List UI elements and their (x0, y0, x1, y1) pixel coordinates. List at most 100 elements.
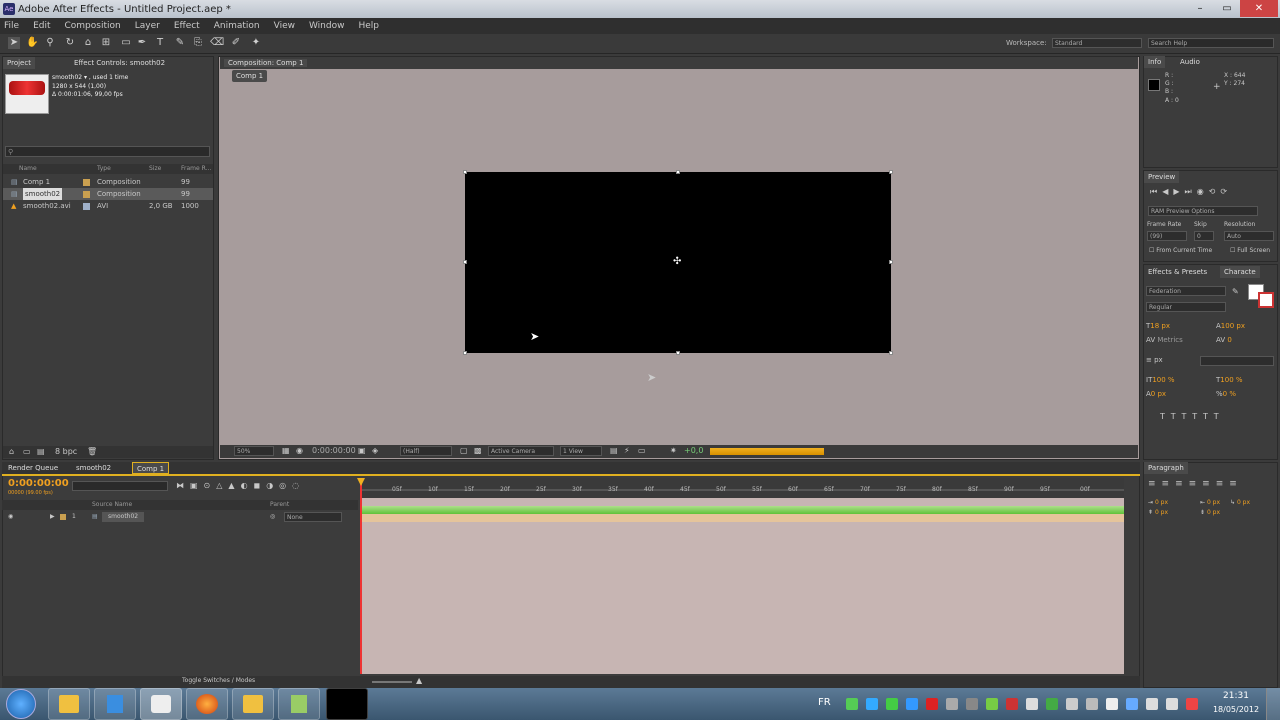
skip-field[interactable]: 0 (1194, 231, 1214, 241)
tray-icon[interactable] (1106, 698, 1118, 710)
ram-preview-options[interactable]: RAM Preview Options (1148, 206, 1258, 216)
timeline-search-input[interactable] (72, 481, 168, 491)
leading-field[interactable]: A100 px (1216, 322, 1245, 330)
text-style-buttons[interactable]: TTTTTT (1160, 412, 1225, 421)
show-channel-icon[interactable]: ◈ (372, 446, 378, 455)
network-icon[interactable] (1146, 698, 1158, 710)
tray-icon[interactable] (846, 698, 858, 710)
comp-subtab[interactable]: Comp 1 (232, 70, 268, 82)
views-dropdown[interactable]: 1 View (560, 446, 602, 456)
exposure-value[interactable]: +0,0 (684, 446, 703, 455)
playback-controls[interactable]: ⏮◀▶⏭◉⟲⟳ (1150, 187, 1232, 197)
zoom-tool-icon[interactable]: ⚲ (44, 37, 56, 49)
project-item-smooth02-avi[interactable]: ▲ smooth02.avi AVI 2,0 GB 1000 (3, 200, 213, 212)
stroke-width-field[interactable]: ≡ px (1146, 356, 1163, 364)
reset-exposure-icon[interactable]: ✷ (670, 446, 677, 455)
project-search-input[interactable]: ⚲ (5, 146, 210, 157)
workspace-dropdown[interactable]: Standard (1052, 38, 1142, 48)
clock-time[interactable]: 21:31 (1216, 691, 1256, 701)
expand-icon[interactable]: ▶ (50, 512, 55, 522)
baseline-shift-field[interactable]: A0 px (1146, 390, 1166, 398)
trash-icon[interactable]: 🗑 (87, 447, 97, 456)
kerning-field[interactable]: AV Metrics (1146, 336, 1183, 344)
visibility-icon[interactable]: ◉ (8, 512, 13, 522)
rotate-tool-icon[interactable]: ↻ (64, 37, 76, 49)
layer-duration-bar[interactable] (360, 514, 1124, 522)
show-desktop-button[interactable] (1266, 688, 1280, 720)
layer-handle[interactable] (889, 170, 893, 174)
taskbar-app[interactable] (140, 688, 182, 720)
vertical-scale-field[interactable]: IT100 % (1146, 376, 1175, 384)
layer-handle[interactable] (676, 170, 680, 174)
tsume-field[interactable]: %0 % (1216, 390, 1236, 398)
tray-icon[interactable] (1046, 698, 1058, 710)
layer-handle[interactable] (463, 170, 467, 174)
search-help-input[interactable]: Search Help (1148, 38, 1274, 48)
text-tool-icon[interactable]: T (154, 37, 166, 49)
project-item-comp1[interactable]: ▤ Comp 1 Composition 99 (3, 176, 213, 188)
project-item-smooth02[interactable]: ▤ smooth02 Composition 99 (3, 188, 213, 200)
space-before-field[interactable]: ⇞ 0 px (1148, 509, 1168, 516)
tab-render-queue[interactable]: Render Queue (4, 462, 62, 474)
language-indicator[interactable]: FR (818, 697, 831, 708)
menu-effect[interactable]: Effect (174, 21, 200, 31)
from-current-checkbox[interactable]: ☐ From Current Time (1149, 247, 1212, 254)
tab-project[interactable]: Project (3, 57, 35, 69)
layer-handle[interactable] (889, 260, 893, 264)
anchor-point-icon[interactable]: ✣ (673, 256, 681, 267)
new-comp-icon[interactable]: ▤ (37, 447, 45, 456)
layer-name[interactable]: smooth02 (102, 512, 145, 522)
tray-icon[interactable] (966, 698, 978, 710)
power-icon[interactable] (1166, 698, 1178, 710)
col-name[interactable]: Name (19, 165, 37, 172)
puppet-tool-icon[interactable]: ✦ (250, 37, 262, 49)
taskbar-explorer[interactable] (48, 688, 90, 720)
full-screen-checkbox[interactable]: ☐ Full Screen (1230, 247, 1270, 254)
timeline-icon[interactable]: ▭ (638, 446, 646, 455)
timeline-toolbar-icons[interactable]: ⧓▣⊙△▲◐◼◑◎◌ (176, 481, 305, 490)
new-folder-icon[interactable]: ▭ (23, 447, 31, 456)
tab-character[interactable]: Characte (1220, 266, 1260, 278)
close-button[interactable]: ✕ (1240, 0, 1278, 17)
taskbar-folder[interactable] (232, 688, 274, 720)
tray-icon[interactable] (926, 698, 938, 710)
rectangle-tool-icon[interactable]: ▭ (120, 37, 132, 49)
taskbar-documents[interactable] (94, 688, 136, 720)
tray-icon[interactable] (1126, 698, 1138, 710)
tab-paragraph[interactable]: Paragraph (1144, 462, 1188, 474)
taskbar-after-effects[interactable] (326, 688, 368, 720)
frame-rate-dropdown[interactable]: (99) (1147, 231, 1187, 241)
tray-icon[interactable] (1026, 698, 1038, 710)
tracking-field[interactable]: AV 0 (1216, 336, 1232, 344)
layer-row[interactable]: ◉ ▶ 1 ▤ smooth02 ◎ None (2, 512, 358, 522)
clone-tool-icon[interactable]: ⎘ (192, 37, 204, 49)
menu-animation[interactable]: Animation (214, 21, 260, 31)
col-parent[interactable]: Parent (270, 501, 289, 508)
tray-icon[interactable] (1006, 698, 1018, 710)
tab-effect-controls[interactable]: Effect Controls: smooth02 (70, 57, 169, 69)
col-size[interactable]: Size (149, 165, 161, 172)
font-size-field[interactable]: T18 px (1146, 322, 1170, 330)
indent-left-field[interactable]: ⇥ 0 px (1148, 499, 1168, 506)
horizontal-scale-field[interactable]: T100 % (1216, 376, 1243, 384)
snapshot-icon[interactable]: ◉ (296, 446, 303, 455)
tray-icon[interactable] (906, 698, 918, 710)
comp-timecode[interactable]: 0:00:00:00 (312, 446, 356, 455)
tab-audio[interactable]: Audio (1176, 56, 1204, 68)
region-icon[interactable]: ▢ (460, 446, 468, 455)
grid-icon[interactable]: ▦ (282, 446, 290, 455)
tab-composition[interactable]: Composition: Comp 1 (224, 59, 308, 67)
transparency-grid-icon[interactable]: ▩ (474, 446, 482, 455)
tab-preview[interactable]: Preview (1144, 171, 1180, 183)
selection-tool-icon[interactable]: ➤ (8, 37, 20, 49)
layer-handle[interactable] (463, 351, 467, 355)
pen-tool-icon[interactable]: ✒ (136, 37, 148, 49)
parent-dropdown[interactable]: None (284, 512, 342, 522)
zoom-dropdown[interactable]: 50% (234, 446, 274, 456)
eyedropper-icon[interactable]: ✎ (1232, 287, 1239, 296)
tab-smooth02[interactable]: smooth02 (72, 462, 115, 474)
camera-tool-icon[interactable]: ⌂ (82, 37, 94, 49)
bpc-label[interactable]: 8 bpc (55, 447, 77, 456)
pickwhip-icon[interactable]: ◎ (270, 512, 275, 522)
resolution-dropdown-preview[interactable]: Auto (1224, 231, 1274, 241)
